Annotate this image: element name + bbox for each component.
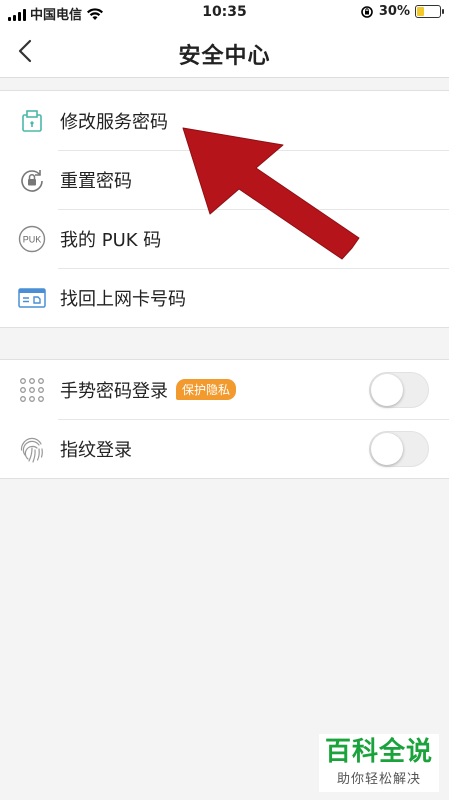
toggle-knob xyxy=(371,433,403,465)
login-settings-group: 手势密码登录 保护隐私 指纹登录 xyxy=(0,359,449,479)
password-settings-group: 修改服务密码 重置密码 PUK 我的 PUK 码 找回上网卡号码 xyxy=(0,90,449,328)
change-service-password-item[interactable]: 修改服务密码 xyxy=(0,91,449,150)
page-title: 安全中心 xyxy=(178,44,271,69)
gesture-login-toggle[interactable] xyxy=(369,372,429,408)
fingerprint-login-item: 指纹登录 xyxy=(0,419,449,478)
lock-box-icon xyxy=(18,107,46,135)
my-puk-label: 我的 PUK 码 xyxy=(60,229,162,251)
rotation-lock-icon xyxy=(361,5,373,18)
recover-card-number-label: 找回上网卡号码 xyxy=(60,288,186,310)
watermark-title: 百科全说 xyxy=(324,737,433,767)
change-service-password-label: 修改服务密码 xyxy=(60,111,168,133)
reset-lock-icon xyxy=(18,166,46,194)
fingerprint-icon xyxy=(18,435,46,463)
fingerprint-login-label: 指纹登录 xyxy=(60,439,132,461)
battery-fill xyxy=(417,7,424,16)
fingerprint-login-toggle[interactable] xyxy=(369,431,429,467)
reset-password-item[interactable]: 重置密码 xyxy=(0,150,449,209)
battery-percent: 30% xyxy=(378,4,410,19)
battery-icon xyxy=(415,5,444,18)
status-right: 30% xyxy=(360,4,444,19)
reset-password-label: 重置密码 xyxy=(60,170,132,192)
gesture-grid-icon xyxy=(18,376,46,404)
status-bar: 中国电信 10:35 30% xyxy=(0,0,449,26)
privacy-badge: 保护隐私 xyxy=(176,379,237,400)
recover-card-number-item[interactable]: 找回上网卡号码 xyxy=(0,268,449,327)
gesture-login-label: 手势密码登录 xyxy=(60,380,168,402)
puk-icon: PUK xyxy=(18,225,46,253)
nav-bar: 安全中心 xyxy=(0,26,449,78)
card-icon xyxy=(18,284,46,312)
my-puk-item[interactable]: PUK 我的 PUK 码 xyxy=(0,209,449,268)
puk-icon-text: PUK xyxy=(23,234,42,244)
gesture-login-item: 手势密码登录 保护隐私 xyxy=(0,360,449,419)
watermark-logo: 百科全说 助你轻松解决 xyxy=(319,734,439,792)
toggle-knob xyxy=(371,374,403,406)
watermark-subtitle: 助你轻松解决 xyxy=(336,772,421,787)
